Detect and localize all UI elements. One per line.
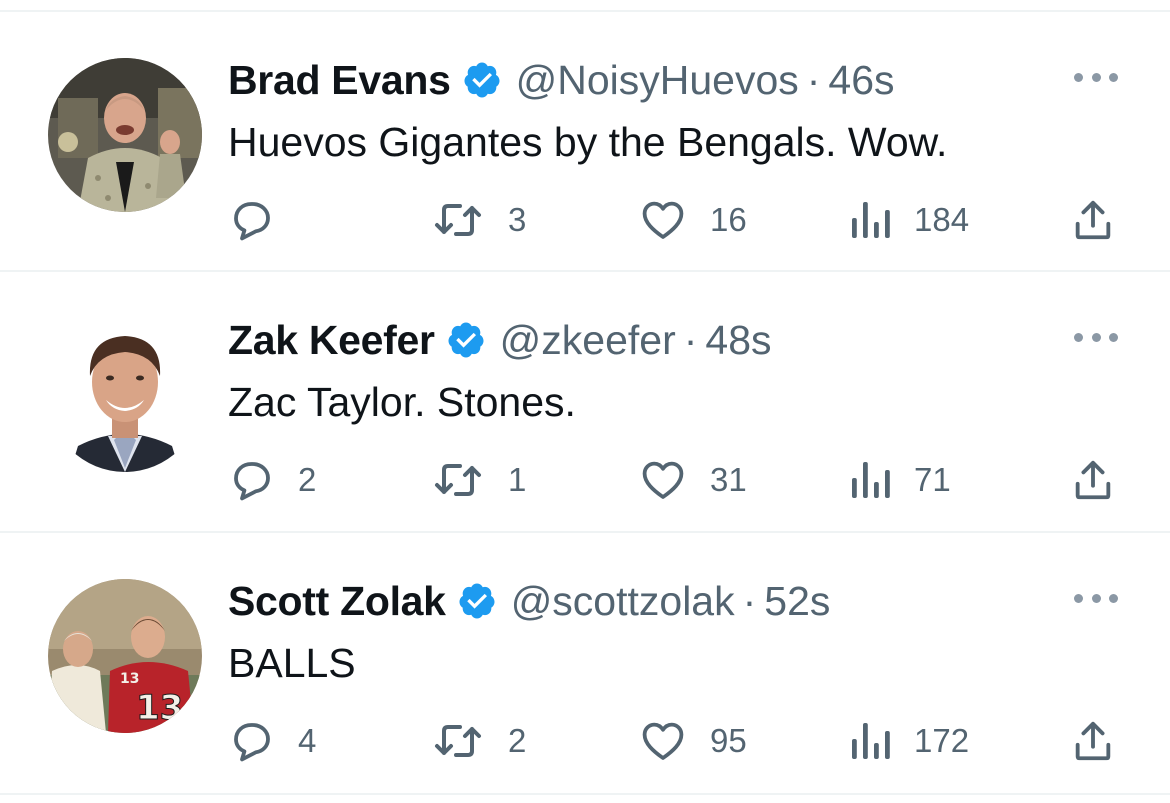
reply-button[interactable]: 2 bbox=[228, 452, 316, 508]
retweet-button[interactable]: 3 bbox=[430, 192, 526, 248]
author-name[interactable]: Scott Zolak bbox=[228, 573, 446, 629]
reply-button[interactable] bbox=[228, 192, 298, 248]
share-icon bbox=[1075, 200, 1111, 240]
views-count: 172 bbox=[914, 722, 970, 759]
more-dot bbox=[1091, 332, 1101, 342]
share-icon bbox=[1075, 460, 1111, 500]
views-button[interactable]: 71 bbox=[848, 452, 951, 508]
tweet-card[interactable]: 13 13 Scott Zolak @scottzolak · 52s BALL… bbox=[0, 533, 1170, 793]
more-dot bbox=[1109, 332, 1118, 342]
more-dot bbox=[1109, 72, 1118, 82]
verified-badge-icon bbox=[464, 62, 500, 98]
avatar[interactable] bbox=[48, 318, 202, 472]
retweet-button[interactable]: 1 bbox=[430, 452, 526, 508]
timestamp[interactable]: 52s bbox=[764, 573, 830, 629]
share-button[interactable] bbox=[1070, 452, 1116, 508]
avatar[interactable] bbox=[48, 58, 202, 212]
verified-badge-icon bbox=[448, 322, 484, 358]
heart-icon bbox=[642, 201, 684, 239]
author-name[interactable]: Zak Keefer bbox=[228, 312, 435, 368]
views-icon bbox=[852, 462, 890, 498]
tweet-header: Scott Zolak @scottzolak · 52s bbox=[228, 573, 830, 629]
like-count: 31 bbox=[710, 461, 747, 498]
verified-badge-icon bbox=[459, 583, 495, 619]
avatar[interactable]: 13 13 bbox=[48, 579, 202, 733]
tweet-card[interactable]: Brad Evans @NoisyHuevos · 46s Huevos Gig… bbox=[0, 12, 1170, 272]
tweet-text: Zac Taylor. Stones. bbox=[228, 379, 576, 425]
views-button[interactable]: 172 bbox=[848, 713, 969, 769]
more-dot bbox=[1074, 72, 1083, 82]
retweet-icon bbox=[435, 725, 481, 757]
reply-icon bbox=[234, 462, 270, 501]
reply-count: 2 bbox=[298, 461, 317, 498]
share-icon bbox=[1075, 721, 1111, 761]
retweet-icon bbox=[435, 464, 481, 496]
avatar-photo-zak-keefer bbox=[48, 318, 202, 472]
tweet-actions: 3 16 184 bbox=[228, 192, 1120, 248]
share-button[interactable] bbox=[1070, 713, 1116, 769]
more-options-icon[interactable] bbox=[1074, 583, 1118, 613]
like-button[interactable]: 95 bbox=[638, 713, 747, 769]
retweet-count: 3 bbox=[508, 201, 527, 238]
views-button[interactable]: 184 bbox=[848, 192, 969, 248]
tweet-text: BALLS bbox=[228, 640, 356, 686]
reply-count: 4 bbox=[298, 722, 317, 759]
retweet-icon bbox=[435, 204, 481, 236]
more-dot bbox=[1091, 72, 1101, 82]
retweet-button[interactable]: 2 bbox=[430, 713, 526, 769]
tweet-actions: 4 2 95 172 bbox=[228, 713, 1120, 769]
tweet-feed: Brad Evans @NoisyHuevos · 46s Huevos Gig… bbox=[0, 0, 1170, 803]
more-dot bbox=[1109, 593, 1118, 603]
more-dot bbox=[1074, 332, 1083, 342]
svg-text:13: 13 bbox=[136, 688, 183, 728]
like-button[interactable]: 31 bbox=[638, 452, 747, 508]
heart-icon bbox=[642, 461, 684, 499]
retweet-count: 2 bbox=[508, 722, 527, 759]
separator-dot: · bbox=[806, 57, 821, 103]
reply-icon bbox=[234, 723, 270, 762]
views-icon bbox=[852, 723, 890, 759]
retweet-count: 1 bbox=[508, 461, 527, 498]
like-count: 16 bbox=[710, 201, 747, 238]
timestamp[interactable]: 46s bbox=[828, 52, 894, 108]
avatar-photo-brad-evans bbox=[48, 58, 202, 212]
more-dot bbox=[1091, 593, 1101, 603]
tweet-card[interactable]: Zak Keefer @zkeefer · 48s Zac Taylor. St… bbox=[0, 272, 1170, 532]
separator-dot: · bbox=[742, 578, 757, 624]
timestamp[interactable]: 48s bbox=[705, 312, 771, 368]
author-handle[interactable]: @zkeefer bbox=[500, 312, 676, 368]
reply-button[interactable]: 4 bbox=[228, 713, 316, 769]
separator-dot: · bbox=[683, 317, 698, 363]
avatar-photo-scott-zolak: 13 13 bbox=[48, 579, 202, 733]
more-dot bbox=[1074, 593, 1083, 603]
views-count: 184 bbox=[914, 201, 970, 238]
share-button[interactable] bbox=[1070, 192, 1116, 248]
tweet-actions: 2 1 31 71 bbox=[228, 452, 1120, 508]
like-count: 95 bbox=[710, 722, 747, 759]
divider bbox=[0, 793, 1170, 795]
svg-text:13: 13 bbox=[120, 671, 139, 687]
views-count: 71 bbox=[914, 461, 951, 498]
heart-icon bbox=[642, 722, 684, 760]
more-options-icon[interactable] bbox=[1074, 62, 1118, 92]
author-handle[interactable]: @scottzolak bbox=[511, 573, 735, 629]
like-button[interactable]: 16 bbox=[638, 192, 747, 248]
views-icon bbox=[852, 202, 890, 238]
author-name[interactable]: Brad Evans bbox=[228, 52, 451, 108]
author-handle[interactable]: @NoisyHuevos bbox=[516, 52, 799, 108]
tweet-header: Brad Evans @NoisyHuevos · 46s bbox=[228, 52, 895, 108]
tweet-header: Zak Keefer @zkeefer · 48s bbox=[228, 312, 772, 368]
reply-icon bbox=[234, 202, 270, 241]
tweet-text: Huevos Gigantes by the Bengals. Wow. bbox=[228, 119, 948, 165]
more-options-icon[interactable] bbox=[1074, 322, 1118, 352]
